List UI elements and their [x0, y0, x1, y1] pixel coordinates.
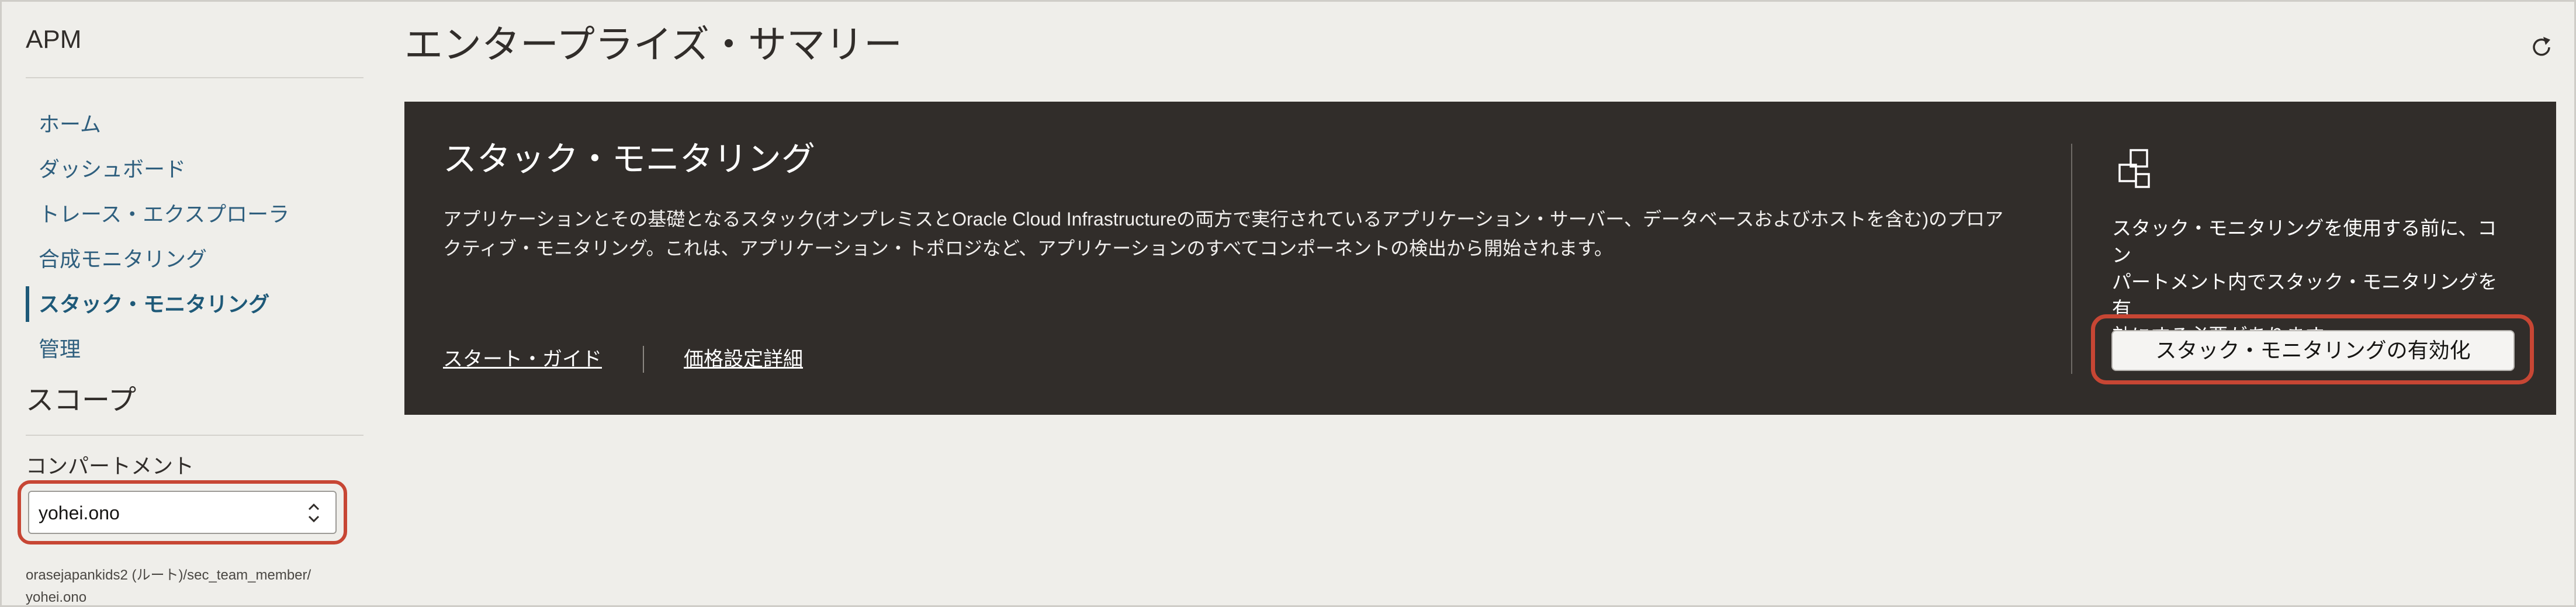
enable-button-highlight: スタック・モニタリングの有効化 [2091, 314, 2534, 384]
sidebar-item-administration[interactable]: 管理 [26, 327, 363, 372]
sidebar-item-stack-monitoring[interactable]: スタック・モニタリング [26, 282, 363, 327]
stack-monitoring-panel: スタック・モニタリング アプリケーションとその基礎となるスタック(オンプレミスと… [404, 102, 2556, 415]
sidebar: APM ホーム ダッシュボード トレース・エクスプローラ 合成モニタリング スタ… [18, 23, 363, 605]
sidebar-item-synthetic-monitoring[interactable]: 合成モニタリング [26, 237, 363, 282]
sidebar-divider [26, 77, 363, 78]
pricing-details-link[interactable]: 価格設定詳細 [684, 344, 803, 375]
compartment-select-value: yohei.ono [39, 502, 120, 523]
enable-instructions-line: スタック・モニタリングを使用する前に、コン [2112, 217, 2497, 266]
compartment-select-highlight: yohei.ono [18, 480, 347, 544]
sidebar-nav: ホーム ダッシュボード トレース・エクスプローラ 合成モニタリング スタック・モ… [26, 102, 363, 372]
panel-links: スタート・ガイド 価格設定詳細 [443, 344, 803, 375]
compartment-path: orasejapankids2 (ルート)/sec_team_member/ y… [26, 564, 363, 607]
chevron-up-down-icon [308, 503, 320, 523]
sidebar-item-dashboard[interactable]: ダッシュボード [26, 147, 363, 192]
stack-boxes-icon [2118, 149, 2150, 188]
sidebar-item-home[interactable]: ホーム [26, 102, 363, 147]
compartment-select[interactable]: yohei.ono [28, 491, 337, 534]
compartment-label: コンパートメント [26, 454, 195, 478]
panel-description-line: クティブ・モニタリング。これは、アプリケーション・トポロジなど、アプリケーション… [443, 238, 1613, 259]
refresh-icon[interactable] [2528, 34, 2555, 61]
sidebar-item-trace-explorer[interactable]: トレース・エクスプローラ [26, 192, 363, 237]
app-title: APM [26, 25, 82, 54]
panel-description: アプリケーションとその基礎となるスタック(オンプレミスとOracle Cloud… [443, 204, 2097, 263]
enable-stack-monitoring-button[interactable]: スタック・モニタリングの有効化 [2111, 330, 2515, 371]
compartment-path-line: yohei.ono [26, 589, 87, 605]
scope-divider [26, 435, 363, 436]
link-separator [643, 346, 644, 373]
getting-started-link[interactable]: スタート・ガイド [443, 344, 602, 375]
panel-title: スタック・モニタリング [443, 140, 815, 178]
page-title: エンタープライズ・サマリー [404, 23, 903, 66]
panel-description-line: アプリケーションとその基礎となるスタック(オンプレミスとOracle Cloud… [443, 209, 2004, 230]
panel-vertical-divider [2071, 144, 2072, 374]
compartment-path-line: orasejapankids2 (ルート)/sec_team_member/ [26, 567, 311, 583]
scope-title: スコープ [26, 385, 137, 416]
